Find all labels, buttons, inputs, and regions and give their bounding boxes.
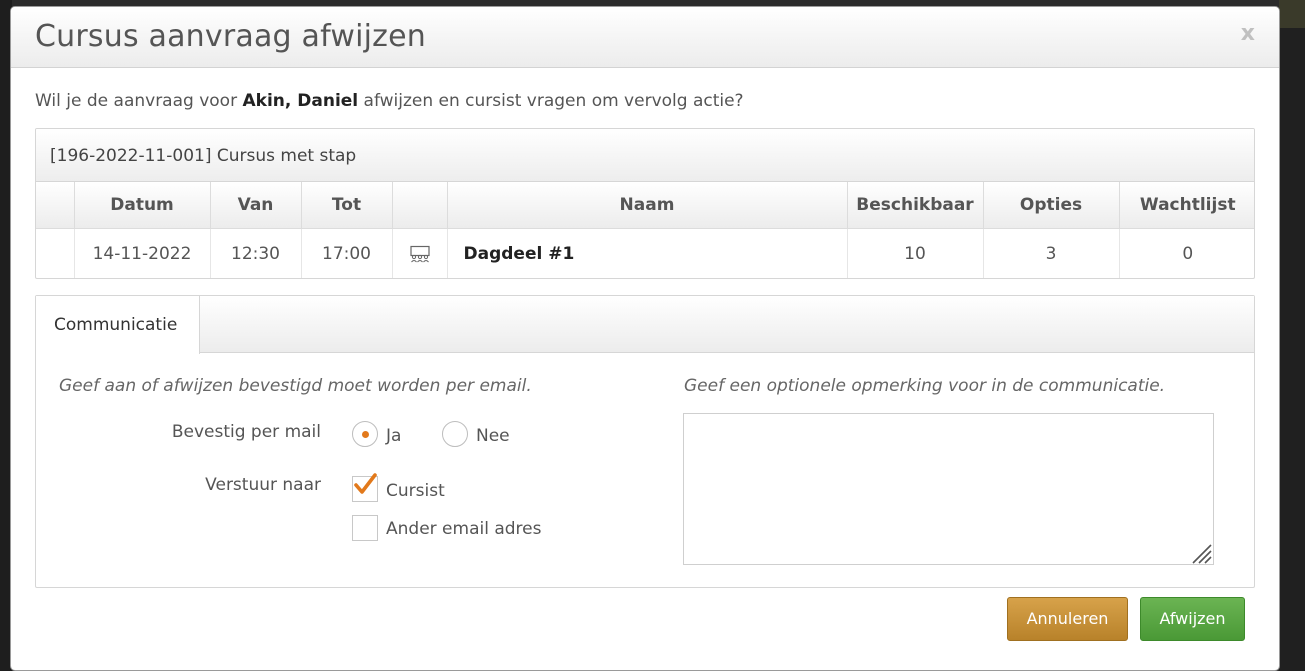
- checkbox-other-email[interactable]: [352, 515, 378, 541]
- column-header-opties[interactable]: Opties: [983, 182, 1120, 229]
- remark-hint: Geef een optionele opmerking voor in de …: [684, 376, 1166, 396]
- course-heading: [196-2022-11-001] Cursus met stap: [36, 129, 1254, 182]
- tab-communicatie[interactable]: Communicatie: [36, 296, 200, 354]
- column-header-beschikbaar[interactable]: Beschikbaar: [847, 182, 984, 229]
- intro-before: Wil je de aanvraag voor: [35, 91, 243, 111]
- table-row: 14-11-2022 12:30 17:00 Dagdeel #1 10 3 0: [36, 228, 1254, 278]
- cancel-button[interactable]: Annuleren: [1007, 597, 1128, 641]
- student-name: Akin, Daniel: [242, 91, 359, 111]
- confirm-label: Bevestig per mail: [171, 422, 321, 442]
- intro-after: afwijzen en cursist vragen om vervolg ac…: [358, 91, 744, 111]
- checkbox-other-email-label[interactable]: Ander email adres: [386, 519, 541, 539]
- intro-text: Wil je de aanvraag voor Akin, Daniel afw…: [35, 91, 744, 111]
- reject-button[interactable]: Afwijzen: [1140, 597, 1245, 641]
- column-header-datum[interactable]: Datum: [74, 182, 211, 229]
- column-header: [36, 182, 75, 229]
- checkbox-cursist[interactable]: [352, 473, 378, 502]
- remark-textarea[interactable]: [683, 413, 1214, 565]
- tab-bar: Communicatie: [36, 296, 1254, 354]
- people-group-icon: [392, 228, 448, 278]
- checkmark-icon: [354, 473, 377, 494]
- sessions-table: Datum Van Tot Naam Beschikbaar Opties Wa…: [36, 182, 1254, 278]
- modal-header: Cursus aanvraag afwijzen x: [11, 7, 1279, 68]
- confirm-hint: Geef aan of afwijzen bevestigd moet word…: [59, 376, 532, 396]
- page-backdrop-right: [1279, 0, 1305, 671]
- cell-opties: 3: [983, 228, 1120, 278]
- cell-tot: 17:00: [301, 228, 393, 278]
- column-header-van[interactable]: Van: [210, 182, 302, 229]
- course-panel: [196-2022-11-001] Cursus met stap Datum …: [35, 128, 1255, 279]
- column-header-icon: [392, 182, 448, 229]
- modal-title: Cursus aanvraag afwijzen: [35, 19, 426, 54]
- cell-beschikbaar: 10: [847, 228, 984, 278]
- row-spacer-cell: [36, 228, 75, 278]
- column-header-naam[interactable]: Naam: [447, 182, 848, 229]
- checkbox-cursist-label[interactable]: Cursist: [386, 481, 445, 501]
- cell-van: 12:30: [210, 228, 302, 278]
- send-to-label: Verstuur naar: [205, 475, 321, 495]
- column-header-tot[interactable]: Tot: [301, 182, 393, 229]
- close-icon[interactable]: x: [1241, 23, 1255, 45]
- resize-grip-icon[interactable]: [1190, 542, 1212, 564]
- radio-ja[interactable]: [352, 421, 378, 447]
- radio-ja-label[interactable]: Ja: [386, 426, 401, 446]
- reject-request-modal: Cursus aanvraag afwijzen x Wil je de aan…: [10, 6, 1280, 671]
- column-header-wachtlijst[interactable]: Wachtlijst: [1119, 182, 1254, 229]
- table-header-row: Datum Van Tot Naam Beschikbaar Opties Wa…: [36, 182, 1254, 229]
- cell-naam: Dagdeel #1: [447, 228, 848, 278]
- communication-panel: Communicatie Geef aan of afwijzen bevest…: [35, 295, 1255, 588]
- radio-nee-label[interactable]: Nee: [476, 426, 510, 446]
- radio-nee[interactable]: [442, 421, 468, 447]
- cell-wachtlijst: 0: [1182, 243, 1194, 264]
- cell-datum: 14-11-2022: [74, 228, 211, 278]
